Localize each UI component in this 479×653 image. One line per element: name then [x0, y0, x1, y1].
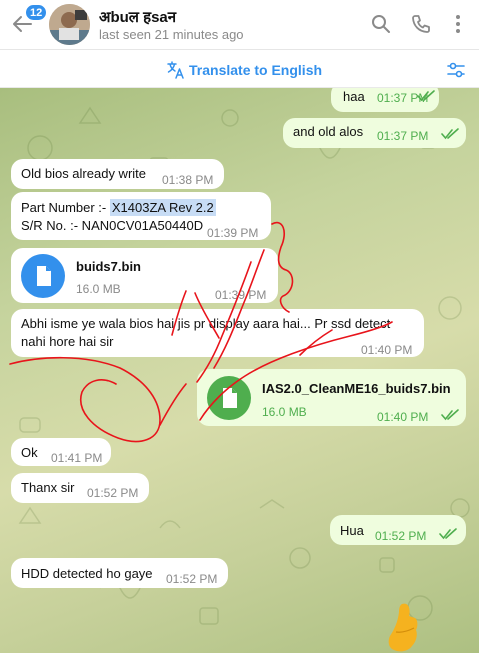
message-text: haa [343, 89, 365, 104]
translate-label: Translate to English [189, 62, 323, 78]
translate-button[interactable]: Translate to English [167, 60, 322, 80]
message-bubble[interactable]: Ok 01:41 PM [11, 438, 111, 466]
message-text: Part Number :- X1403ZA Rev 2.2 [21, 199, 216, 216]
message-bubble[interactable]: Abhi isme ye wala bios hai jis pr displa… [11, 309, 424, 357]
message-text: Abhi isme ye wala bios hai jis pr displa… [21, 316, 391, 349]
read-ticks-icon [439, 528, 457, 540]
message-text: Old bios already write [21, 166, 146, 181]
unread-count-badge: 12 [25, 4, 48, 21]
file-name[interactable]: buids7.bin [76, 258, 141, 276]
message-bubble[interactable]: Hua 01:52 PM [330, 515, 466, 545]
message-time: 01:38 PM [162, 173, 214, 187]
translation-settings-icon[interactable] [447, 61, 465, 79]
file-name[interactable]: IAS2.0_CleanME16_buids7.bin [262, 380, 451, 398]
message-list[interactable]: haa 01:37 PM and old alos 01:37 PM Old b… [0, 88, 479, 653]
read-ticks-icon [441, 409, 459, 421]
file-size: 16.0 MB [262, 405, 307, 419]
message-bubble[interactable]: and old alos 01:37 PM [283, 118, 466, 148]
phone-icon[interactable] [411, 14, 431, 34]
message-text: HDD detected ho gaye [21, 566, 153, 581]
selected-text: X1403ZA Rev 2.2 [109, 199, 216, 216]
thumbs-up-sticker[interactable] [388, 602, 418, 653]
message-time: 01:40 PM [361, 343, 413, 357]
read-ticks-icon [417, 90, 435, 102]
message-bubble[interactable]: HDD detected ho gaye 01:52 PM [11, 558, 228, 588]
message-time: 01:52 PM [87, 486, 139, 500]
file-message-bubble[interactable]: IAS2.0_CleanME16_buids7.bin 16.0 MB 01:4… [197, 369, 466, 426]
translate-icon [167, 61, 184, 79]
message-time: 01:52 PM [375, 529, 427, 543]
message-text: S/R No. :- NAN0CV01A50440D [21, 218, 204, 233]
last-seen-status: last seen 21 minutes ago [99, 27, 244, 42]
message-time: 01:41 PM [51, 451, 103, 465]
message-time: 01:39 PM [207, 226, 259, 240]
message-time: 01:52 PM [166, 572, 218, 586]
message-time: 01:40 PM [377, 410, 429, 424]
message-time: 01:39 PM [215, 288, 267, 302]
translate-bar: Translate to English [0, 51, 479, 88]
file-message-bubble[interactable]: buids7.bin 16.0 MB 01:39 PM [11, 248, 278, 303]
message-text: Ok [21, 445, 38, 460]
avatar[interactable] [49, 4, 90, 45]
document-icon[interactable] [207, 376, 251, 420]
chat-header: 12 अbuल हsaन last seen 21 minutes ago [0, 0, 479, 50]
chat-title[interactable]: अbuल हsaन [99, 7, 176, 27]
message-text: Thanx sir [21, 480, 75, 495]
message-time: 01:37 PM [377, 129, 429, 143]
more-options-icon[interactable] [448, 14, 468, 34]
message-text: and old alos [293, 124, 364, 139]
message-bubble[interactable]: Thanx sir 01:52 PM [11, 473, 149, 503]
message-bubble[interactable]: Part Number :- X1403ZA Rev 2.2 S/R No. :… [11, 192, 271, 240]
message-bubble[interactable]: Old bios already write 01:38 PM [11, 159, 224, 189]
message-bubble[interactable]: haa 01:37 PM [331, 88, 439, 112]
read-ticks-icon [441, 128, 459, 140]
search-icon[interactable] [371, 14, 391, 34]
document-icon[interactable] [21, 254, 65, 298]
message-text: Hua [340, 523, 364, 538]
file-size: 16.0 MB [76, 282, 121, 296]
